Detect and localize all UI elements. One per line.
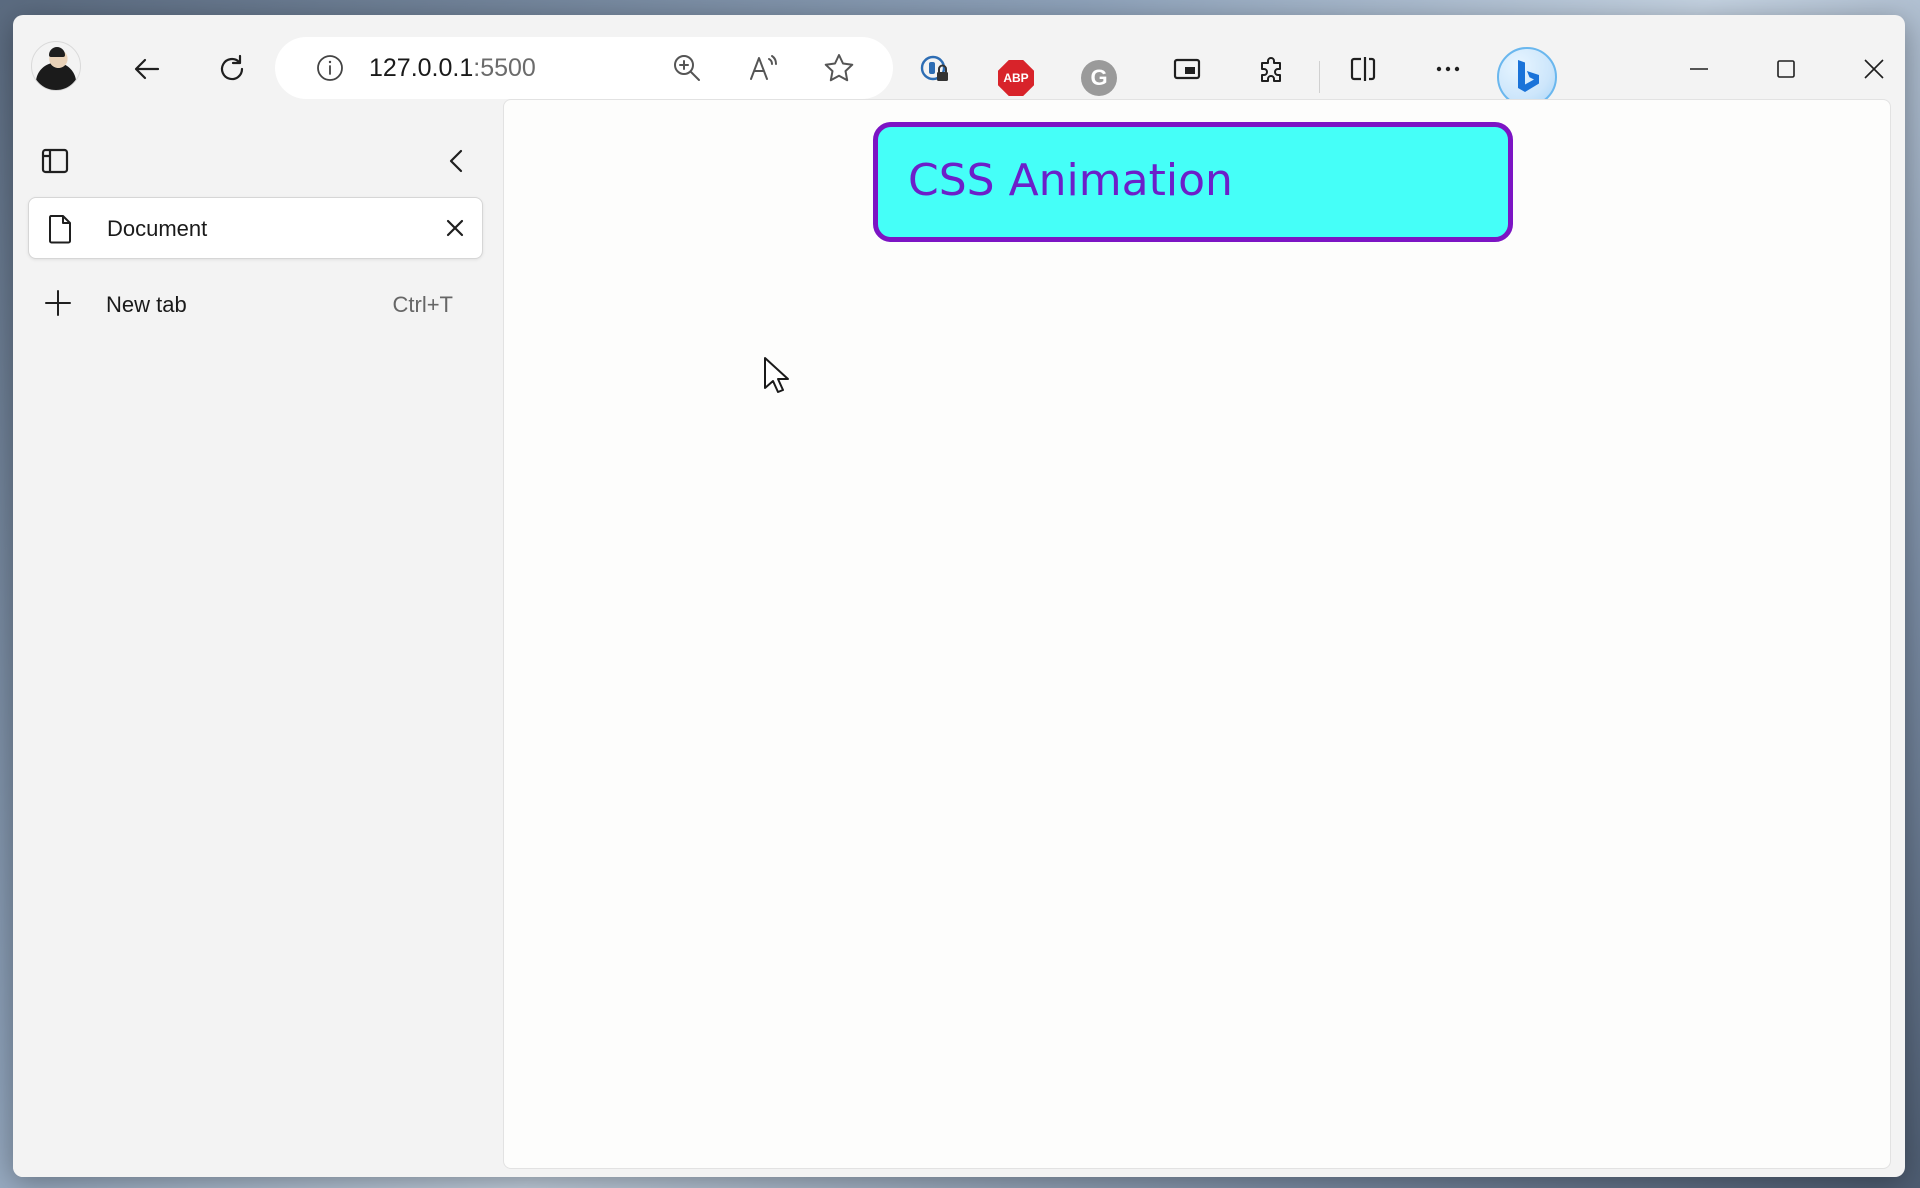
browser-window: 127.0.0.1:5500 ABP G Document New tab Ct… bbox=[13, 15, 1905, 1177]
page-content: CSS Animation bbox=[503, 99, 1891, 1169]
collapse-sidebar-icon[interactable] bbox=[441, 145, 473, 177]
vertical-tabs-sidebar: Document New tab Ctrl+T bbox=[13, 109, 503, 1177]
tab-document[interactable]: Document bbox=[28, 197, 483, 259]
maximize-icon bbox=[1777, 60, 1795, 78]
refresh-icon bbox=[220, 54, 244, 81]
profile-avatar[interactable] bbox=[31, 41, 81, 91]
more-options-button[interactable] bbox=[1426, 47, 1470, 91]
picture-in-picture-icon bbox=[1173, 58, 1201, 80]
picture-in-picture-button[interactable] bbox=[1165, 47, 1209, 91]
close-window-button[interactable] bbox=[1854, 49, 1894, 89]
lock-shield-icon bbox=[920, 55, 948, 81]
split-screen-icon bbox=[1350, 57, 1376, 81]
close-tab-icon[interactable] bbox=[441, 214, 469, 242]
puzzle-icon bbox=[1261, 57, 1281, 82]
new-tab-label: New tab bbox=[106, 292, 187, 317]
more-dots-icon bbox=[1436, 66, 1460, 72]
close-icon bbox=[1864, 59, 1884, 79]
adblock-plus-extension[interactable]: ABP bbox=[998, 60, 1034, 96]
zoom-in-icon[interactable] bbox=[671, 52, 703, 84]
document-page-icon bbox=[49, 215, 71, 244]
grammarly-extension[interactable]: G bbox=[1081, 60, 1117, 96]
read-aloud-icon[interactable] bbox=[747, 52, 779, 84]
password-manager-extension[interactable] bbox=[913, 47, 957, 91]
grammarly-label: G bbox=[1090, 65, 1108, 90]
toolbar-divider bbox=[1319, 61, 1320, 93]
site-info-icon[interactable] bbox=[315, 53, 345, 83]
split-screen-button[interactable] bbox=[1341, 47, 1385, 91]
tab-actions-icon[interactable] bbox=[39, 145, 71, 177]
maximize-button[interactable] bbox=[1766, 49, 1806, 89]
bing-copilot-button[interactable] bbox=[1497, 47, 1557, 107]
browser-toolbar: 127.0.0.1:5500 ABP G bbox=[13, 15, 1905, 109]
minimize-button[interactable] bbox=[1679, 49, 1719, 89]
new-tab-button[interactable]: New tab Ctrl+T bbox=[28, 279, 483, 331]
adblock-label: ABP bbox=[1003, 71, 1029, 85]
arrow-left-icon bbox=[134, 58, 160, 80]
url-text: 127.0.0.1:5500 bbox=[369, 54, 536, 82]
minimize-icon bbox=[1690, 68, 1708, 70]
bing-logo-icon bbox=[1518, 60, 1539, 92]
plus-icon bbox=[45, 290, 71, 316]
animation-box-text: CSS Animation bbox=[908, 155, 1233, 206]
new-tab-shortcut: Ctrl+T bbox=[392, 292, 454, 317]
tab-label: Document bbox=[107, 216, 208, 241]
extensions-button[interactable] bbox=[1250, 47, 1294, 91]
css-animation-box: CSS Animation bbox=[873, 122, 1513, 242]
favorite-star-icon[interactable] bbox=[823, 52, 855, 84]
mouse-cursor-icon bbox=[764, 357, 789, 393]
address-bar[interactable]: 127.0.0.1:5500 bbox=[275, 37, 893, 99]
back-button[interactable] bbox=[125, 47, 169, 91]
refresh-button[interactable] bbox=[210, 47, 254, 91]
